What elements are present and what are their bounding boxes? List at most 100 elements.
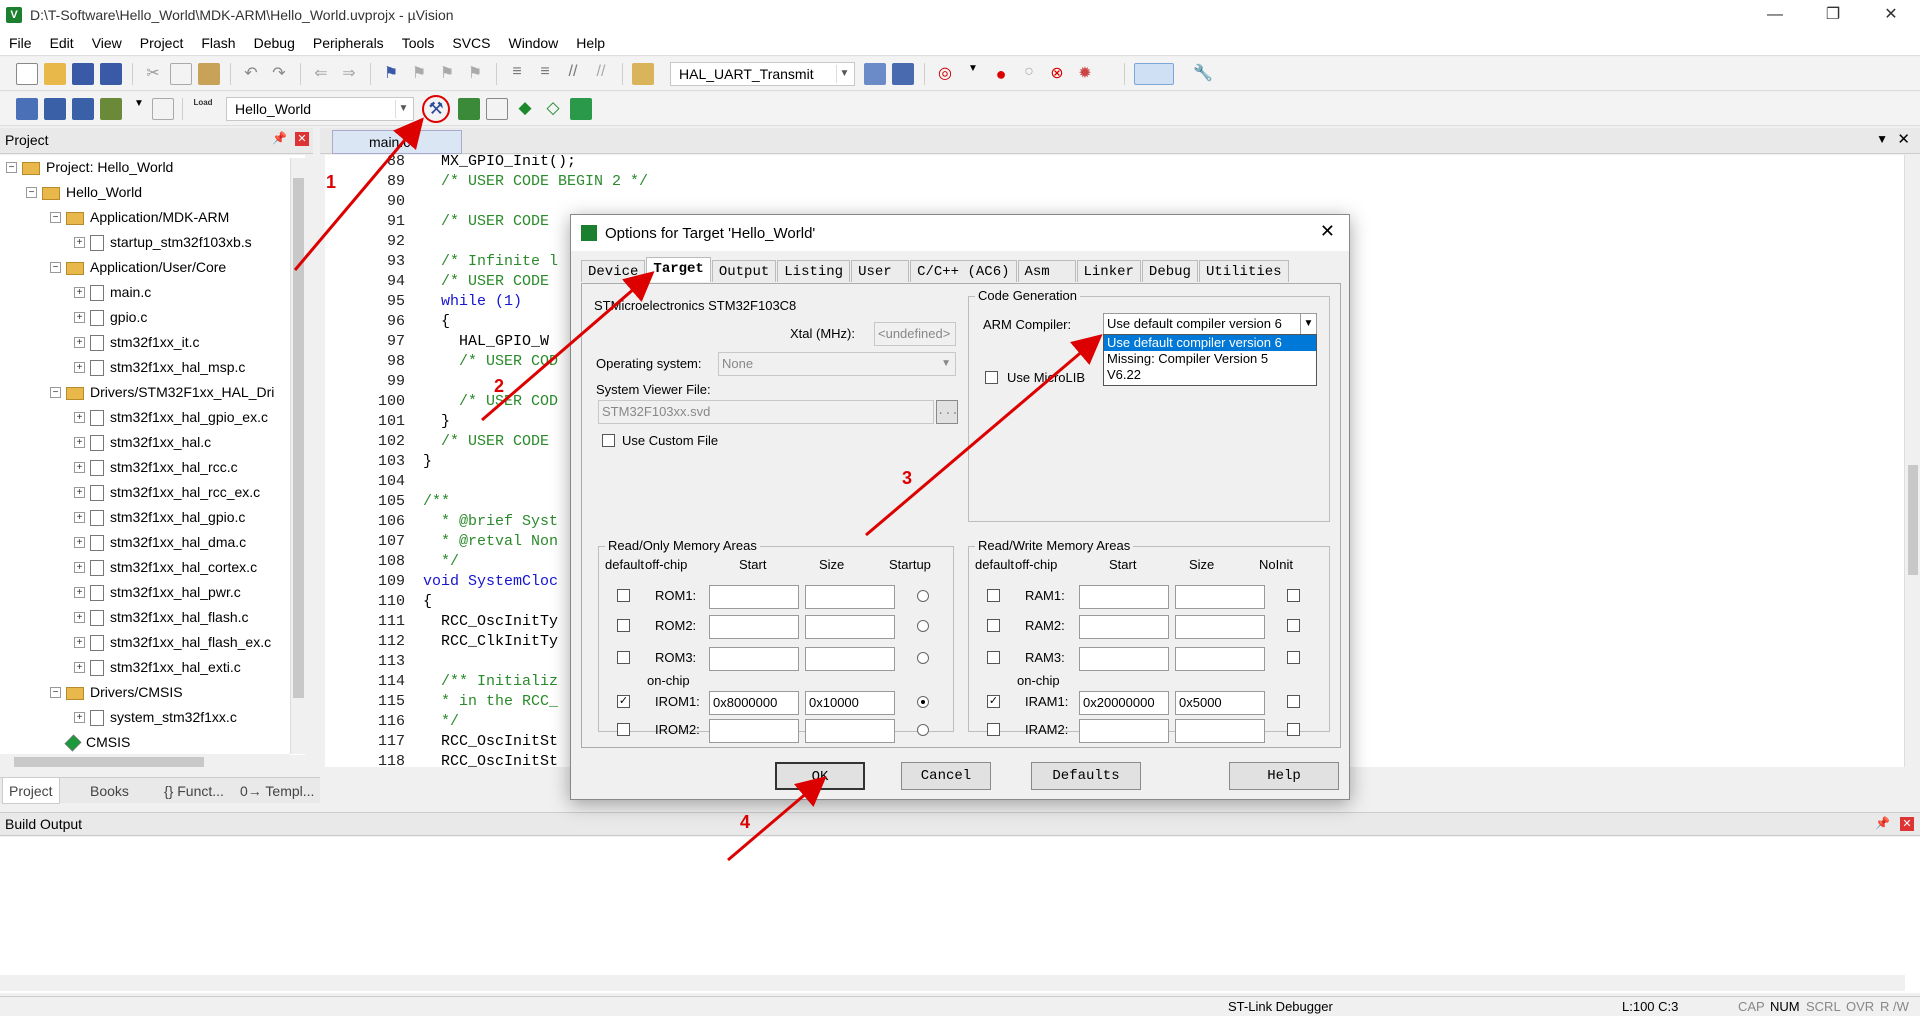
- save-all-icon[interactable]: [100, 63, 122, 85]
- memory-default-checkbox[interactable]: [987, 619, 1000, 632]
- os-select[interactable]: None ▼: [718, 352, 956, 376]
- tree-item[interactable]: − Drivers/CMSIS: [50, 680, 183, 705]
- collapse-icon[interactable]: −: [50, 262, 61, 273]
- breakpoint-icon[interactable]: ●: [990, 63, 1012, 85]
- tab-books[interactable]: Books: [84, 778, 135, 804]
- menu-debug[interactable]: Debug: [245, 35, 304, 51]
- noinit-checkbox[interactable]: [1287, 651, 1300, 664]
- select-packs-icon[interactable]: [486, 98, 508, 120]
- configure-wrench-icon[interactable]: 🔧: [1192, 63, 1214, 85]
- expand-icon[interactable]: +: [74, 512, 85, 523]
- tree-item[interactable]: − Application/MDK-ARM: [50, 205, 229, 230]
- memory-default-checkbox[interactable]: [987, 723, 1000, 736]
- memory-size-input[interactable]: [805, 647, 895, 671]
- window-layout-icon[interactable]: [1134, 63, 1174, 85]
- run-time-environment-icon[interactable]: ◆: [514, 98, 536, 120]
- debug-session-icon[interactable]: ◎: [934, 63, 956, 85]
- tree-item[interactable]: + stm32f1xx_hal_cortex.c: [74, 555, 257, 580]
- tab-user[interactable]: User: [851, 260, 910, 282]
- batch-build-icon[interactable]: [100, 98, 122, 120]
- startup-radio[interactable]: [917, 620, 929, 632]
- target-combo[interactable]: Hello_World ▼: [226, 97, 414, 121]
- tree-item[interactable]: + stm32f1xx_hal_gpio_ex.c: [74, 405, 268, 430]
- bookmark-icon[interactable]: ⚑: [380, 63, 402, 85]
- expand-icon[interactable]: +: [74, 487, 85, 498]
- new-file-icon[interactable]: [16, 63, 38, 85]
- tree-item[interactable]: + stm32f1xx_it.c: [74, 330, 199, 355]
- noinit-checkbox[interactable]: [1287, 695, 1300, 708]
- tree-item[interactable]: + stm32f1xx_hal_pwr.c: [74, 580, 241, 605]
- tree-item[interactable]: + system_stm32f1xx.c: [74, 705, 237, 730]
- menu-project[interactable]: Project: [131, 35, 193, 51]
- svd-browse-button[interactable]: ...: [936, 400, 959, 424]
- load-icon[interactable]: Load: [192, 98, 214, 120]
- manage-project-items-icon[interactable]: [458, 98, 480, 120]
- collapse-icon[interactable]: −: [26, 187, 37, 198]
- memory-start-input[interactable]: [1079, 585, 1169, 609]
- memory-default-checkbox[interactable]: [617, 723, 630, 736]
- compiler-option-v5[interactable]: Missing: Compiler Version 5: [1104, 351, 1316, 367]
- expand-icon[interactable]: +: [74, 362, 85, 373]
- memory-size-input[interactable]: [805, 615, 895, 639]
- memory-size-input[interactable]: [805, 585, 895, 609]
- memory-start-input[interactable]: [709, 719, 799, 743]
- expand-icon[interactable]: +: [74, 712, 85, 723]
- memory-default-checkbox[interactable]: [617, 589, 630, 602]
- tree-item[interactable]: + startup_stm32f103xb.s: [74, 230, 252, 255]
- use-microlib-checkbox[interactable]: [985, 371, 998, 384]
- close-button[interactable]: ✕: [1862, 0, 1920, 30]
- minimize-button[interactable]: —: [1746, 0, 1804, 30]
- memory-size-input[interactable]: [1175, 585, 1265, 609]
- expand-icon[interactable]: +: [74, 412, 85, 423]
- noinit-checkbox[interactable]: [1287, 589, 1300, 602]
- expand-icon[interactable]: +: [74, 562, 85, 573]
- menu-view[interactable]: View: [83, 35, 131, 51]
- close-icon[interactable]: ✕: [295, 132, 309, 146]
- tree-item[interactable]: + main.c: [74, 280, 151, 305]
- memory-default-checkbox[interactable]: [617, 651, 630, 664]
- memory-size-input[interactable]: 0x5000: [1175, 691, 1265, 715]
- help-button[interactable]: Help: [1229, 762, 1339, 790]
- indent-icon[interactable]: ≡: [506, 63, 528, 85]
- stop-build-icon[interactable]: [152, 98, 174, 120]
- translate-icon[interactable]: [16, 98, 38, 120]
- pack-installer-icon[interactable]: ◇: [542, 98, 564, 120]
- tree-item[interactable]: + stm32f1xx_hal_gpio.c: [74, 505, 245, 530]
- expand-icon[interactable]: +: [74, 587, 85, 598]
- compiler-option-v622[interactable]: V6.22: [1104, 367, 1316, 383]
- collapse-icon[interactable]: −: [6, 162, 17, 173]
- dialog-close-icon[interactable]: ✕: [1320, 221, 1335, 242]
- noinit-checkbox[interactable]: [1287, 619, 1300, 632]
- tab-output[interactable]: Output: [711, 260, 777, 282]
- memory-default-checkbox[interactable]: ✓: [617, 695, 630, 708]
- kill-breakpoints-icon[interactable]: ✹: [1074, 63, 1096, 85]
- expand-icon[interactable]: +: [74, 287, 85, 298]
- tab-cpp[interactable]: C/C++ (AC6): [910, 260, 1017, 282]
- tab-main-c[interactable]: main.c: [332, 130, 462, 154]
- tree-hscrollbar[interactable]: [0, 754, 290, 770]
- menu-file[interactable]: File: [0, 35, 41, 51]
- pin-icon[interactable]: 📌: [1875, 816, 1890, 830]
- memory-default-checkbox[interactable]: ✓: [987, 695, 1000, 708]
- defaults-button[interactable]: Defaults: [1031, 762, 1141, 790]
- tree-item[interactable]: CMSIS: [64, 730, 130, 755]
- startup-radio[interactable]: [917, 652, 929, 664]
- clear-bookmarks-icon[interactable]: ⚑: [464, 63, 486, 85]
- restore-button[interactable]: ❐: [1804, 0, 1862, 30]
- prev-bookmark-icon[interactable]: ⚑: [408, 63, 430, 85]
- tab-device[interactable]: Device: [581, 260, 646, 282]
- chevron-down-icon[interactable]: ▼: [1876, 132, 1888, 146]
- tree-item[interactable]: − Project: Hello_World: [6, 155, 173, 180]
- paste-icon[interactable]: [198, 63, 220, 85]
- chevron-down-icon[interactable]: ▼: [128, 98, 150, 120]
- compiler-option-default[interactable]: Use default compiler version 6: [1104, 335, 1316, 351]
- collapse-icon[interactable]: −: [50, 212, 61, 223]
- tab-asm[interactable]: Asm: [1017, 260, 1076, 282]
- build-icon[interactable]: [44, 98, 66, 120]
- collapse-icon[interactable]: −: [50, 687, 61, 698]
- tree-item[interactable]: − Hello_World: [26, 180, 142, 205]
- open-folder-icon[interactable]: [44, 63, 66, 85]
- expand-icon[interactable]: +: [74, 337, 85, 348]
- menu-edit[interactable]: Edit: [41, 35, 83, 51]
- cut-icon[interactable]: ✂: [142, 63, 164, 85]
